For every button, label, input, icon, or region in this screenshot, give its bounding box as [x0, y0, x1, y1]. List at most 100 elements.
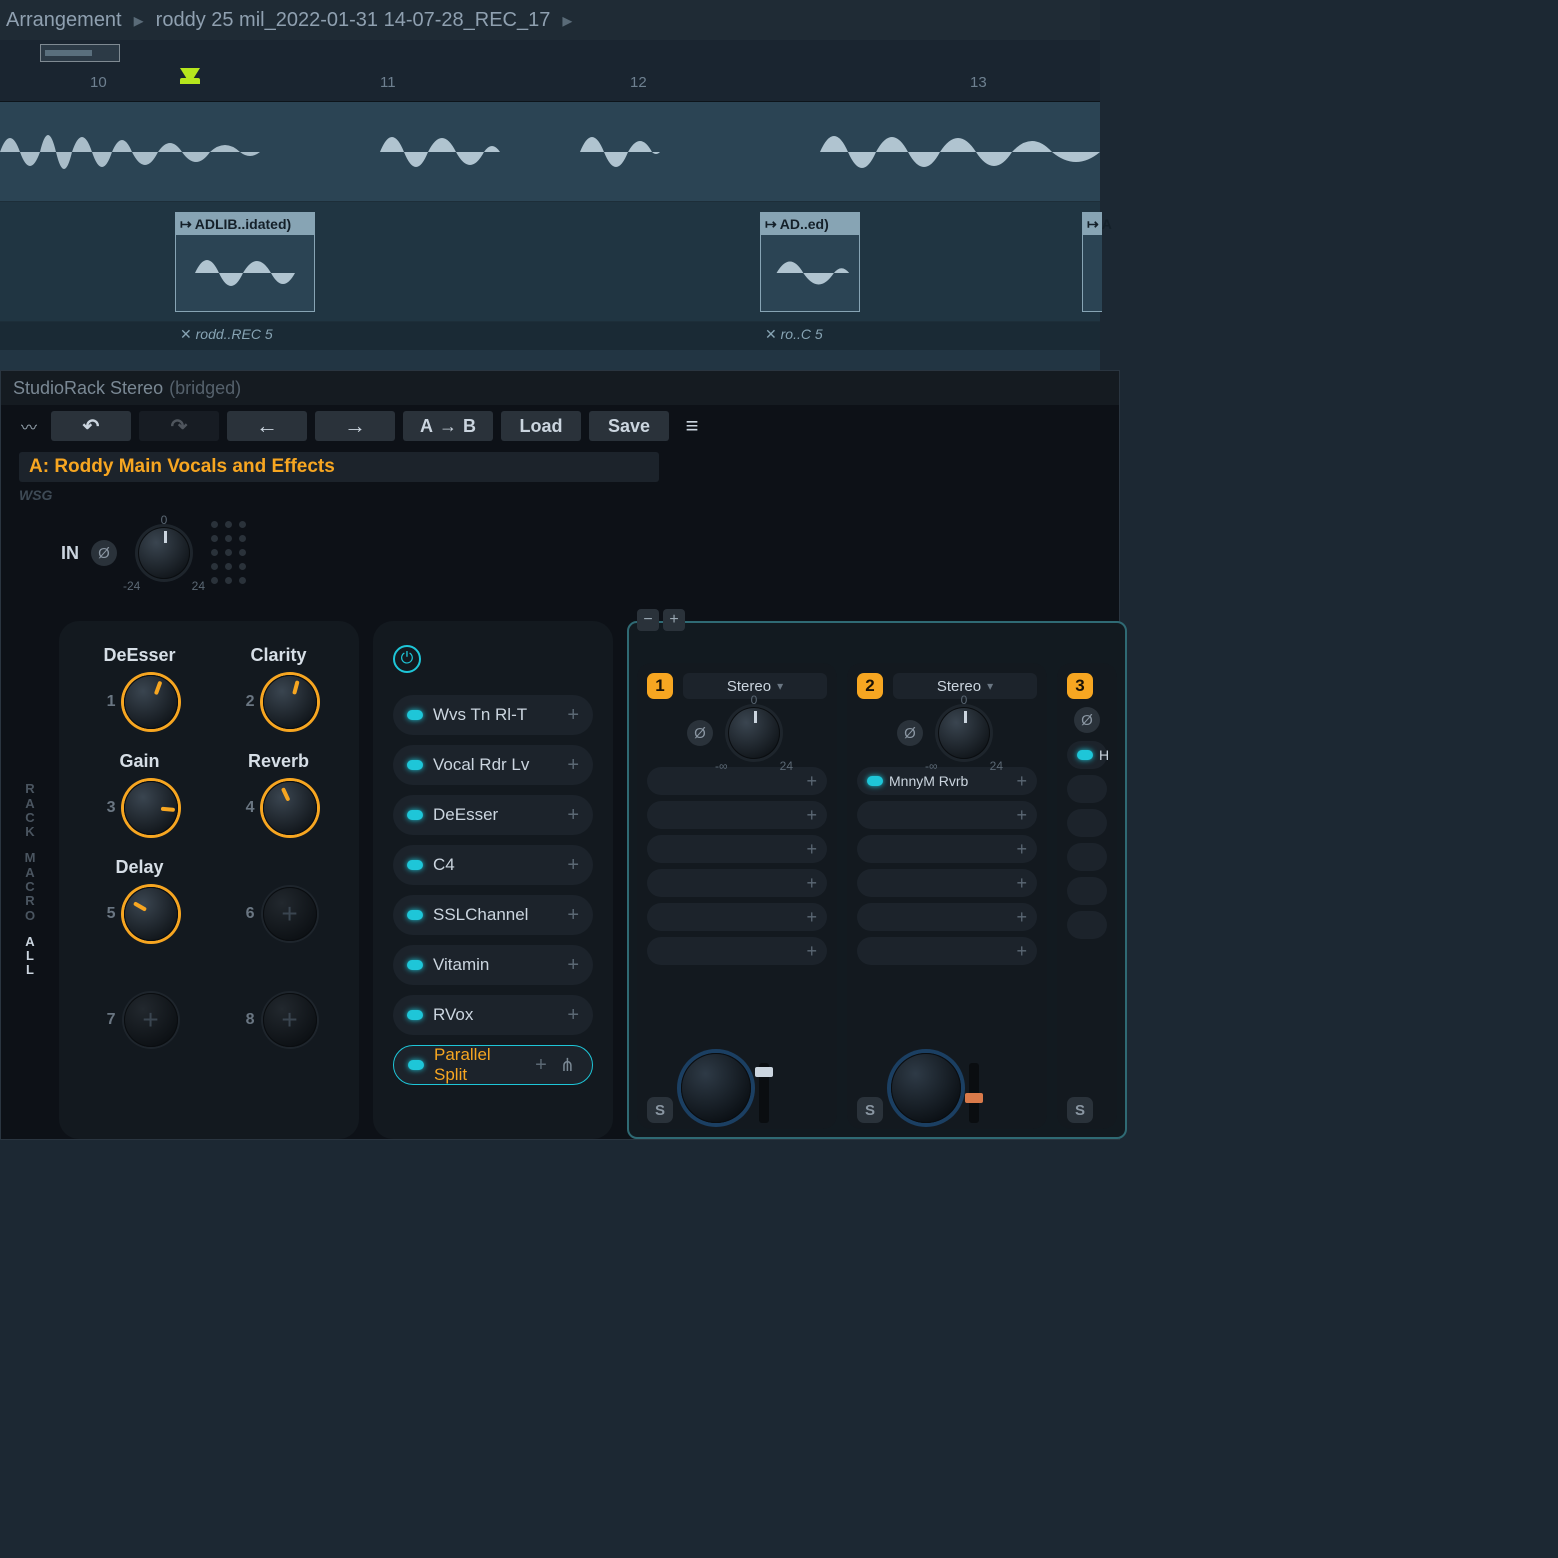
prev-preset-button[interactable]: ← [227, 411, 307, 441]
plus-icon[interactable]: + [806, 839, 817, 860]
macro-knob-reverb[interactable] [263, 781, 317, 835]
strip-gain-knob[interactable] [728, 707, 780, 759]
insert-slot[interactable]: + [647, 801, 827, 829]
output-pan-knob[interactable] [681, 1053, 751, 1123]
macro-knob-gain[interactable] [124, 781, 178, 835]
plus-icon[interactable]: + [806, 873, 817, 894]
plus-icon[interactable]: + [567, 804, 579, 827]
enable-led-icon[interactable] [408, 1060, 424, 1070]
insert-slot[interactable] [1067, 843, 1107, 871]
chain-slot[interactable]: Vitamin+ [393, 945, 593, 985]
insert-slot[interactable]: + [647, 937, 827, 965]
load-button[interactable]: Load [501, 411, 581, 441]
macro-knob-deesser[interactable] [124, 675, 178, 729]
plus-icon[interactable]: + [567, 704, 579, 727]
insert-slot[interactable]: + [857, 835, 1037, 863]
chain-slot[interactable]: Wvs Tn Rl-T+ [393, 695, 593, 735]
macro-knob-empty[interactable]: + [263, 993, 317, 1047]
plus-icon[interactable]: + [1016, 805, 1027, 826]
plus-icon[interactable]: + [535, 1054, 547, 1077]
overview-viewport[interactable] [40, 44, 120, 62]
chain-slot[interactable]: C4+ [393, 845, 593, 885]
plus-icon[interactable]: + [806, 941, 817, 962]
ab-compare-button[interactable]: A→B [403, 411, 493, 441]
insert-slot[interactable]: + [857, 903, 1037, 931]
insert-slot[interactable]: + [857, 869, 1037, 897]
plus-icon[interactable]: + [567, 854, 579, 877]
solo-button[interactable]: S [857, 1097, 883, 1123]
audio-clip[interactable]: ↦ADLIB..idated) [175, 212, 315, 312]
chain-slot-parallel-split[interactable]: Parallel Split+⋔ [393, 1045, 593, 1085]
power-button[interactable]: ⏻ [393, 645, 421, 673]
insert-slot[interactable] [1067, 809, 1107, 837]
preset-name-field[interactable]: A: Roddy Main Vocals and Effects [19, 452, 659, 482]
output-fader[interactable] [969, 1063, 979, 1123]
audio-clip[interactable]: ↦AD..ed) [760, 212, 860, 312]
insert-slot[interactable]: + [647, 767, 827, 795]
plus-icon[interactable]: + [567, 904, 579, 927]
time-ruler[interactable]: 10 11 12 13 [0, 66, 1100, 102]
audio-clip[interactable]: ↦A [1082, 212, 1102, 312]
phase-invert-button[interactable]: Ø [897, 720, 923, 746]
plus-icon[interactable]: + [567, 1004, 579, 1027]
breadcrumb-root[interactable]: Arrangement [6, 9, 122, 32]
enable-led-icon[interactable] [407, 710, 423, 720]
enable-led-icon[interactable] [407, 910, 423, 920]
macro-knob-clarity[interactable] [263, 675, 317, 729]
insert-slot[interactable] [1067, 775, 1107, 803]
plus-icon[interactable]: + [806, 771, 817, 792]
plus-icon[interactable]: + [806, 805, 817, 826]
insert-slot[interactable]: + [647, 869, 827, 897]
insert-slot[interactable]: H [1067, 741, 1107, 769]
add-strip-button[interactable]: + [663, 609, 685, 631]
enable-led-icon[interactable] [407, 1010, 423, 1020]
tab-macro[interactable]: MACRO [25, 851, 38, 922]
insert-slot[interactable]: + [857, 937, 1037, 965]
undo-button[interactable]: ↶ [51, 411, 131, 441]
insert-slot[interactable]: MnnyM Rvrb+ [857, 767, 1037, 795]
breadcrumb-file[interactable]: roddy 25 mil_2022-01-31 14-07-28_REC_17 [156, 9, 551, 32]
enable-led-icon[interactable] [407, 810, 423, 820]
plus-icon[interactable]: + [1016, 839, 1027, 860]
insert-slot[interactable]: + [647, 903, 827, 931]
clip-marker[interactable]: ro..C 5 [765, 326, 823, 343]
menu-button[interactable]: ≡ [677, 411, 707, 441]
insert-slot[interactable]: + [857, 801, 1037, 829]
collapse-button[interactable]: − [637, 609, 659, 631]
plus-icon[interactable]: + [1016, 907, 1027, 928]
plus-icon[interactable]: + [1016, 941, 1027, 962]
save-button[interactable]: Save [589, 411, 669, 441]
phase-invert-button[interactable]: Ø [91, 540, 117, 566]
chain-slot[interactable]: RVox+ [393, 995, 593, 1035]
chain-slot[interactable]: SSLChannel+ [393, 895, 593, 935]
tab-all[interactable]: ALL [25, 935, 36, 978]
solo-button[interactable]: S [647, 1097, 673, 1123]
output-pan-knob[interactable] [891, 1053, 961, 1123]
next-preset-button[interactable]: → [315, 411, 395, 441]
phase-invert-button[interactable]: Ø [687, 720, 713, 746]
enable-led-icon[interactable] [407, 860, 423, 870]
audio-lane-1[interactable] [0, 102, 1100, 202]
enable-led-icon[interactable] [407, 960, 423, 970]
enable-led-icon[interactable] [867, 776, 883, 786]
enable-led-icon[interactable] [1077, 750, 1093, 760]
strip-gain-knob[interactable] [938, 707, 990, 759]
playhead-icon[interactable] [180, 68, 200, 84]
chain-slot[interactable]: Vocal Rdr Lv+ [393, 745, 593, 785]
insert-slot[interactable]: + [647, 835, 827, 863]
tab-rack[interactable]: RACK [25, 782, 36, 839]
input-gain-knob[interactable] [138, 527, 190, 579]
insert-slot[interactable] [1067, 877, 1107, 905]
macro-knob-empty[interactable]: + [124, 993, 178, 1047]
insert-slot[interactable] [1067, 911, 1107, 939]
plus-icon[interactable]: + [806, 907, 817, 928]
macro-knob-empty[interactable]: + [263, 887, 317, 941]
marker-lane[interactable]: rodd..REC 5 ro..C 5 [0, 322, 1100, 350]
plus-icon[interactable]: + [1016, 873, 1027, 894]
solo-button[interactable]: S [1067, 1097, 1093, 1123]
plus-icon[interactable]: + [567, 954, 579, 977]
plugin-title-bar[interactable]: StudioRack Stereo (bridged) [1, 371, 1119, 405]
enable-led-icon[interactable] [407, 760, 423, 770]
overview-strip[interactable] [0, 40, 1100, 66]
macro-knob-delay[interactable] [124, 887, 178, 941]
